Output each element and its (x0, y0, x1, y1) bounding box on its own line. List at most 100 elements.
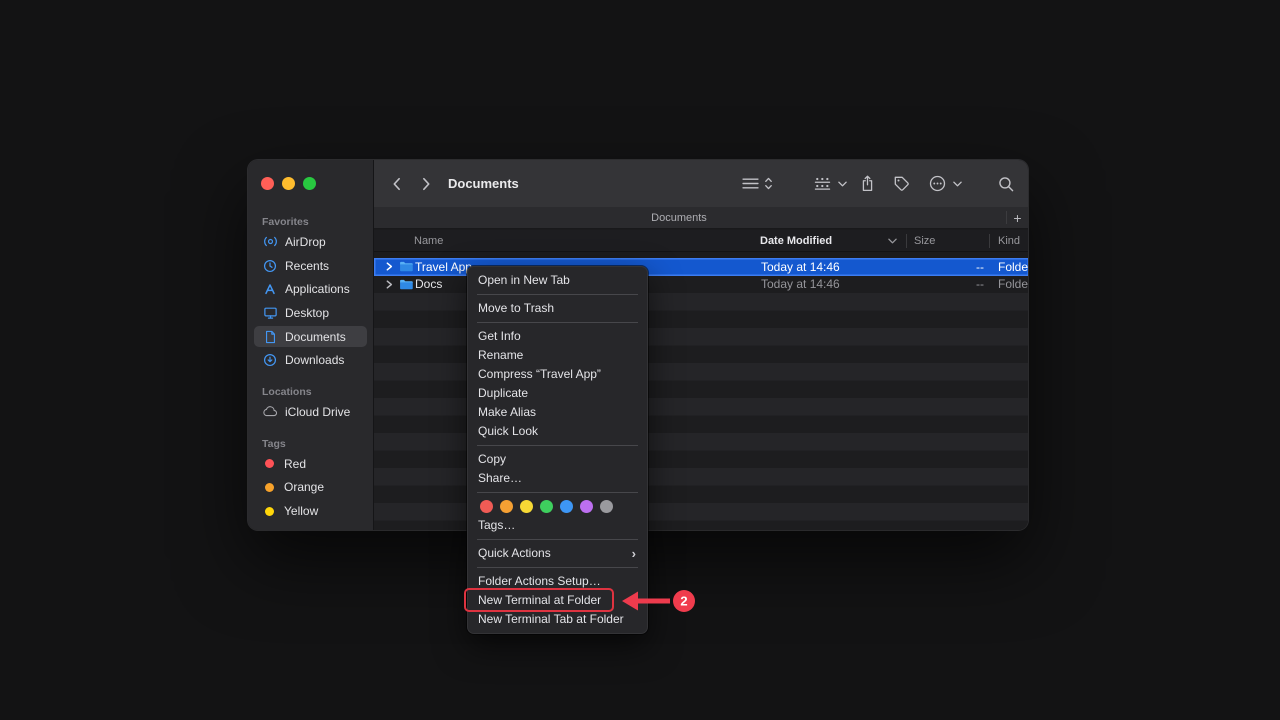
file-size: -- (854, 276, 984, 294)
column-header-kind[interactable]: Kind (998, 230, 1020, 252)
sidebar-item-airdrop[interactable]: AirDrop (248, 230, 373, 254)
sidebar-item-tag-red[interactable]: Red (248, 452, 373, 476)
purple-tag-swatch[interactable] (580, 500, 593, 513)
red-tag-swatch[interactable] (480, 500, 493, 513)
zoom-window-button[interactable] (303, 177, 316, 190)
menu-item-quick-actions[interactable]: Quick Actions › (467, 544, 648, 563)
sidebar-item-applications[interactable]: Applications (248, 277, 373, 301)
share-icon[interactable] (861, 160, 874, 207)
menu-item-make-alias[interactable]: Make Alias (467, 403, 648, 422)
sidebar-label: Desktop (285, 306, 329, 320)
tag-icon[interactable] (894, 160, 909, 207)
sort-chevron-down-icon[interactable] (888, 230, 897, 252)
sidebar-label: iCloud Drive (285, 405, 350, 419)
tab-bar: Documents + (374, 207, 1028, 229)
menu-item-move-to-trash[interactable]: Move to Trash (467, 299, 648, 318)
sidebar-item-downloads[interactable]: Downloads (248, 348, 373, 372)
more-options-chevron-icon[interactable] (953, 160, 962, 207)
menu-item-compress[interactable]: Compress “Travel App” (467, 365, 648, 384)
menu-separator (477, 567, 638, 568)
menu-separator (477, 322, 638, 323)
group-by-chevron-icon[interactable] (838, 160, 847, 207)
menu-item-rename[interactable]: Rename (467, 346, 648, 365)
sidebar-item-desktop[interactable]: Desktop (248, 301, 373, 325)
menu-item-tags[interactable]: Tags… (467, 516, 648, 535)
sidebar-label: Downloads (285, 353, 344, 367)
sidebar-section-locations: Locations (248, 384, 373, 400)
sidebar-item-recents[interactable]: Recents (248, 254, 373, 278)
column-header-name[interactable]: Name (414, 230, 443, 252)
folder-icon (399, 276, 413, 294)
sidebar-label: Red (284, 457, 306, 471)
sidebar-item-documents[interactable]: Documents (248, 325, 373, 349)
recents-icon (262, 258, 278, 274)
column-divider[interactable] (989, 234, 990, 248)
sidebar-section-tags: Tags (248, 436, 373, 452)
file-date-modified: Today at 14:46 (761, 258, 840, 276)
back-chevron-icon[interactable] (392, 160, 401, 207)
airdrop-icon (262, 234, 278, 250)
disclosure-chevron-icon[interactable] (386, 258, 393, 276)
red-tag-dot-icon (265, 459, 274, 468)
icloud-icon (262, 404, 278, 420)
sidebar-label: AirDrop (285, 235, 326, 249)
sidebar-label: Orange (284, 480, 324, 494)
window-title: Documents (448, 160, 519, 207)
column-divider[interactable] (906, 234, 907, 248)
menu-item-label: Quick Actions (478, 544, 551, 563)
sidebar-item-icloud-drive[interactable]: iCloud Drive (248, 400, 373, 424)
column-header-row: Name Date Modified Size Kind (374, 230, 1028, 252)
desktop-icon (262, 305, 278, 321)
menu-item-copy[interactable]: Copy (467, 450, 648, 469)
menu-separator (477, 539, 638, 540)
tab-documents[interactable]: Documents (374, 207, 984, 229)
more-options-icon[interactable] (929, 160, 946, 207)
file-date-modified: Today at 14:46 (761, 276, 840, 294)
sidebar-label: Green (284, 528, 317, 530)
sidebar-label: Applications (285, 282, 350, 296)
orange-tag-dot-icon (265, 483, 274, 492)
submenu-chevron-icon: › (632, 544, 636, 563)
sidebar-item-tag-orange[interactable]: Orange (248, 476, 373, 500)
orange-tag-swatch[interactable] (500, 500, 513, 513)
sidebar-label: Recents (285, 259, 329, 273)
yellow-tag-swatch[interactable] (520, 500, 533, 513)
file-name: Docs (415, 276, 442, 294)
search-icon[interactable] (998, 160, 1014, 207)
menu-separator (477, 445, 638, 446)
file-size: -- (854, 258, 984, 276)
forward-chevron-icon[interactable] (422, 160, 431, 207)
menu-tag-color-row (467, 497, 648, 516)
column-header-size[interactable]: Size (914, 230, 935, 252)
applications-icon (262, 281, 278, 297)
menu-item-quick-look[interactable]: Quick Look (467, 422, 648, 441)
menu-item-get-info[interactable]: Get Info (467, 327, 648, 346)
sidebar-item-tag-yellow[interactable]: Yellow (248, 499, 373, 523)
annotation-arrow: 2 (618, 587, 698, 615)
close-window-button[interactable] (261, 177, 274, 190)
downloads-icon (262, 352, 278, 368)
sidebar-label: Yellow (284, 504, 318, 518)
menu-separator (477, 492, 638, 493)
blue-tag-swatch[interactable] (560, 500, 573, 513)
view-switch-chevrons-icon[interactable] (764, 160, 773, 207)
list-view-icon[interactable] (742, 160, 759, 207)
file-kind: Folder (998, 258, 1028, 276)
green-tag-swatch[interactable] (540, 500, 553, 513)
sidebar-section-favorites: Favorites (248, 214, 373, 230)
menu-item-share[interactable]: Share… (467, 469, 648, 488)
step-badge-number: 2 (680, 594, 687, 609)
gray-tag-swatch[interactable] (600, 500, 613, 513)
titlebar: Documents (374, 160, 1028, 207)
sidebar-item-tag-green[interactable]: Green (248, 523, 373, 530)
minimize-window-button[interactable] (282, 177, 295, 190)
group-by-icon[interactable] (814, 160, 831, 207)
new-tab-button[interactable]: + (1007, 207, 1028, 229)
column-header-date-modified[interactable]: Date Modified (760, 230, 832, 252)
file-name: Travel App (415, 258, 472, 276)
disclosure-chevron-icon[interactable] (386, 276, 393, 294)
menu-item-duplicate[interactable]: Duplicate (467, 384, 648, 403)
menu-item-open-in-new-tab[interactable]: Open in New Tab (467, 271, 648, 290)
folder-icon (399, 258, 413, 276)
yellow-tag-dot-icon (265, 507, 274, 516)
